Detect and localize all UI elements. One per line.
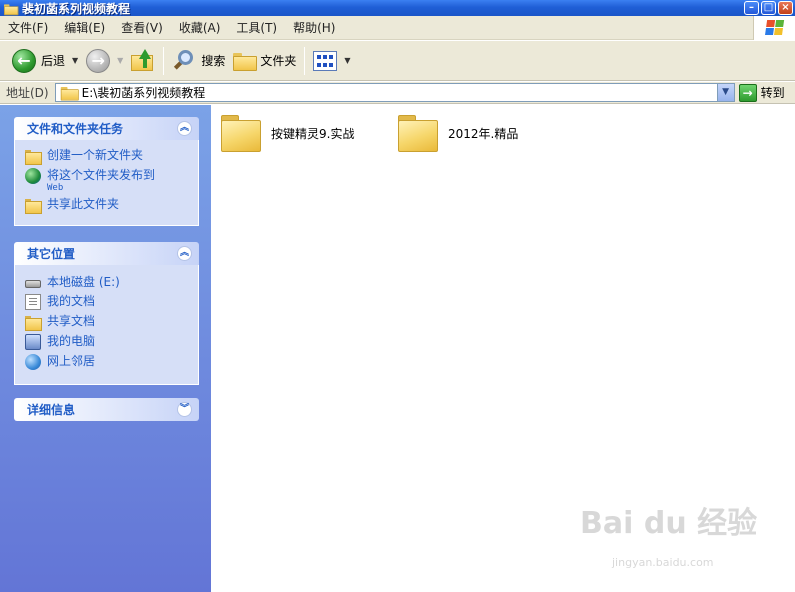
back-button[interactable]: ← 后退 ▼ — [8, 45, 82, 77]
folder-icon — [221, 115, 261, 152]
address-folder-icon — [60, 86, 79, 100]
forward-dropdown-icon[interactable]: ▼ — [117, 56, 123, 65]
place-shared-documents[interactable]: 共享文档 — [25, 314, 198, 331]
task-label: 将这个文件夹发布到 — [47, 168, 156, 182]
place-network[interactable]: 网上邻居 — [25, 354, 198, 370]
task-new-folder[interactable]: 创建一个新文件夹 — [25, 148, 198, 165]
address-input[interactable]: E:\裴初菡系列视频教程 ▼ — [54, 83, 735, 102]
place-local-disk[interactable]: 本地磁盘 (E:) — [25, 275, 198, 290]
disk-icon — [25, 280, 41, 288]
file-tasks-body: 创建一个新文件夹 将这个文件夹发布到 Web 共享此文件夹 — [14, 140, 199, 226]
address-value: E:\裴初菡系列视频教程 — [81, 86, 206, 100]
back-dropdown-icon[interactable]: ▼ — [72, 56, 78, 65]
up-folder-icon — [131, 48, 155, 73]
forward-arrow-icon: → — [86, 48, 111, 73]
title-bar: 裴初菡系列视频教程 – □ × — [0, 0, 795, 16]
details-panel: 详细信息 ︾ — [14, 398, 199, 421]
file-tasks-header[interactable]: 文件和文件夹任务 ︽ — [14, 117, 199, 140]
folders-label: 文件夹 — [260, 54, 297, 68]
maximize-button[interactable]: □ — [761, 1, 776, 15]
other-places-title: 其它位置 — [27, 247, 76, 261]
menu-help[interactable]: 帮助(H) — [285, 19, 343, 36]
menu-bar: 文件(F) 编辑(E) 查看(V) 收藏(A) 工具(T) 帮助(H) — [0, 16, 795, 40]
task-pane: 文件和文件夹任务 ︽ 创建一个新文件夹 将这个文件夹发布到 Web 共享此文件夹 — [0, 105, 211, 592]
folder-name: 2012年.精品 — [448, 126, 519, 141]
folder-item[interactable]: 2012年.精品 — [398, 115, 519, 152]
place-label: 我的电脑 — [47, 334, 96, 348]
back-label: 后退 — [41, 54, 66, 68]
toolbar-separator — [304, 46, 306, 75]
go-label: 转到 — [760, 86, 785, 100]
minimize-button[interactable]: – — [744, 1, 759, 15]
task-publish-web[interactable]: 将这个文件夹发布到 Web — [25, 168, 198, 193]
up-button[interactable] — [127, 45, 159, 77]
shared-documents-icon — [25, 314, 42, 331]
collapse-chevron-icon[interactable]: ︽ — [177, 121, 192, 136]
web-publish-icon — [25, 168, 41, 184]
other-places-header[interactable]: 其它位置 ︽ — [14, 242, 199, 265]
address-label: 地址(D) — [6, 86, 49, 100]
task-share-folder[interactable]: 共享此文件夹 — [25, 197, 198, 214]
folder-icon — [4, 4, 19, 16]
window-title: 裴初菡系列视频教程 — [22, 1, 131, 16]
task-label: 共享此文件夹 — [47, 197, 120, 211]
task-sublabel: Web — [47, 183, 64, 193]
toolbar-separator — [163, 46, 165, 75]
search-label: 搜索 — [201, 54, 226, 68]
address-bar: 地址(D) E:\裴初菡系列视频教程 ▼ → 转到 — [0, 82, 795, 104]
place-label: 共享文档 — [47, 314, 96, 328]
views-icon — [313, 50, 338, 71]
search-icon — [172, 49, 196, 73]
views-dropdown-icon[interactable]: ▼ — [344, 56, 350, 65]
place-my-computer[interactable]: 我的电脑 — [25, 334, 198, 350]
toolbar: ← 后退 ▼ → ▼ 搜索 文件夹 ▼ — [0, 41, 795, 81]
watermark-url: jingyan.baidu.com — [612, 556, 714, 569]
windows-flag-icon — [765, 20, 785, 36]
folders-button[interactable]: 文件夹 — [229, 45, 300, 77]
folder-name: 按键精灵9.实战 — [271, 126, 355, 141]
place-label: 网上邻居 — [47, 354, 96, 368]
menu-favorites[interactable]: 收藏(A) — [171, 19, 229, 36]
my-documents-icon — [25, 294, 41, 310]
file-tasks-title: 文件和文件夹任务 — [27, 122, 124, 136]
views-button[interactable]: ▼ — [309, 45, 354, 77]
details-header[interactable]: 详细信息 ︾ — [14, 398, 199, 421]
place-my-documents[interactable]: 我的文档 — [25, 294, 198, 310]
my-computer-icon — [25, 334, 41, 350]
watermark-brand: Bai du 经验 — [580, 506, 758, 541]
collapse-chevron-icon[interactable]: ︽ — [177, 246, 192, 261]
back-arrow-icon: ← — [12, 48, 36, 73]
new-folder-icon — [25, 148, 42, 165]
folder-item[interactable]: 按键精灵9.实战 — [221, 115, 355, 152]
other-places-body: 本地磁盘 (E:) 我的文档 共享文档 我的电脑 网上邻居 — [14, 265, 199, 385]
folder-icon — [398, 115, 438, 152]
search-button[interactable]: 搜索 — [168, 45, 229, 77]
share-folder-icon — [25, 197, 42, 214]
expand-chevron-icon[interactable]: ︾ — [177, 402, 192, 417]
place-label: 本地磁盘 (E:) — [47, 275, 120, 289]
windows-logo — [753, 16, 795, 40]
menu-file[interactable]: 文件(F) — [0, 19, 56, 36]
folders-icon — [233, 52, 258, 71]
other-places-panel: 其它位置 ︽ 本地磁盘 (E:) 我的文档 共享文档 我的电脑 网上邻居 — [14, 242, 199, 385]
network-icon — [25, 354, 41, 370]
menu-tools[interactable]: 工具(T) — [228, 19, 285, 36]
close-button[interactable]: × — [778, 1, 793, 15]
go-button[interactable]: → 转到 — [738, 83, 785, 102]
file-tasks-panel: 文件和文件夹任务 ︽ 创建一个新文件夹 将这个文件夹发布到 Web 共享此文件夹 — [14, 117, 199, 226]
address-dropdown-icon[interactable]: ▼ — [716, 84, 734, 101]
menu-edit[interactable]: 编辑(E) — [56, 19, 113, 36]
forward-button[interactable]: → ▼ — [82, 45, 127, 77]
place-label: 我的文档 — [47, 294, 96, 308]
task-label-group: 将这个文件夹发布到 Web — [47, 168, 155, 193]
menu-view[interactable]: 查看(V) — [113, 19, 171, 36]
task-label: 创建一个新文件夹 — [47, 148, 144, 162]
details-title: 详细信息 — [27, 403, 76, 417]
go-arrow-icon: → — [738, 83, 757, 102]
